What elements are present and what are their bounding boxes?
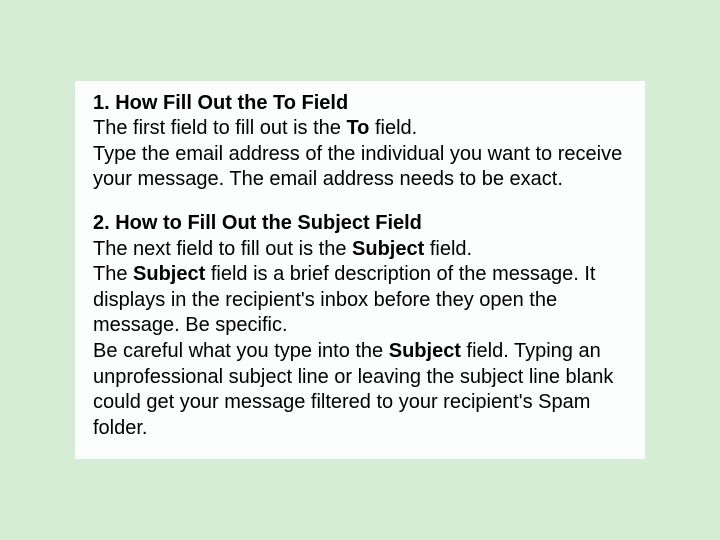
body-text: The first field to fill out is the	[93, 117, 346, 139]
bold-text: Subject	[133, 263, 205, 285]
body-text: field.	[369, 117, 417, 139]
body-text: Be careful what you type into the	[93, 340, 389, 362]
body-text: The next field to fill out is the	[93, 238, 352, 260]
section-2-line-1: The next field to fill out is the Subjec…	[93, 237, 627, 263]
section-2-line-2: The Subject field is a brief description…	[93, 262, 627, 339]
bold-text: To	[346, 117, 369, 139]
bold-text: Subject	[389, 340, 461, 362]
section-2-line-3: Be careful what you type into the Subjec…	[93, 339, 627, 441]
body-text: Type the email address of the individual…	[93, 143, 622, 191]
bold-text: Subject	[352, 238, 424, 260]
section-2: 2. How to Fill Out the Subject FieldThe …	[93, 211, 627, 441]
section-1-heading: 1. How Fill Out the To Field	[93, 91, 627, 117]
document-card: 1. How Fill Out the To FieldThe first fi…	[75, 81, 645, 460]
body-text: field.	[424, 238, 472, 260]
section-2-heading: 2. How to Fill Out the Subject Field	[93, 211, 627, 237]
body-text: The	[93, 263, 133, 285]
section-1: 1. How Fill Out the To FieldThe first fi…	[93, 91, 627, 193]
section-1-line-1: The first field to fill out is the To fi…	[93, 116, 627, 142]
section-1-line-2: Type the email address of the individual…	[93, 142, 627, 193]
